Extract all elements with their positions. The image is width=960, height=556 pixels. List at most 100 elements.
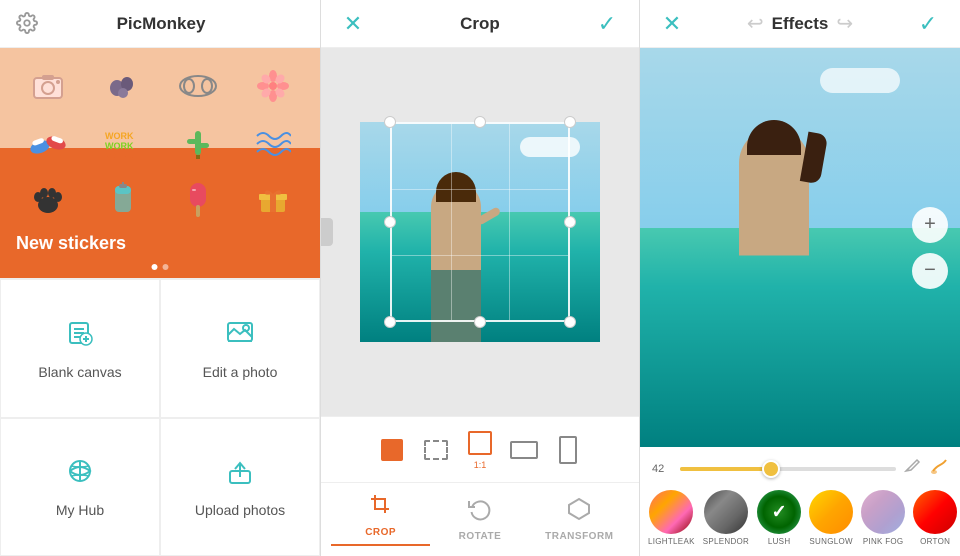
transform-tool-label: TRANSFORM	[545, 531, 613, 542]
ratio-square-button[interactable]: 1:1	[466, 429, 494, 470]
effects-photo: + −	[640, 48, 960, 447]
crop-tool-bar: CROP ROTATE TRANSFORM	[321, 482, 639, 556]
crop-tool-icon	[369, 493, 393, 523]
my-hub-icon	[64, 455, 96, 494]
ratio-rect-icon	[422, 436, 450, 464]
sticker-gift	[237, 173, 308, 226]
sticker-flower	[237, 60, 308, 113]
sticker-text-art: WORK WORK WORK	[87, 117, 158, 170]
dot-1	[152, 264, 158, 270]
blank-canvas-button[interactable]: Blank canvas	[0, 279, 160, 418]
svg-text:WORK: WORK	[105, 151, 134, 161]
effects-close-button[interactable]: ✕	[656, 11, 688, 37]
crop-ratio-bar: 1:1	[321, 416, 639, 482]
blank-canvas-icon	[64, 317, 96, 356]
crop-handle-tm[interactable]	[474, 116, 486, 128]
grid-line-h2	[392, 255, 568, 256]
effects-person	[739, 128, 809, 447]
filter-splendor[interactable]: SPLENDOR	[703, 490, 749, 546]
crop-tool-button[interactable]: CROP	[331, 493, 430, 546]
filter-sunglow[interactable]: SUNGLOW	[809, 490, 853, 546]
zoom-in-button[interactable]: +	[912, 207, 948, 243]
crop-close-button[interactable]: ✕	[337, 11, 369, 37]
filter-lightleak-label: LIGHTLEAK	[648, 537, 695, 546]
grid-line-v1	[451, 124, 452, 320]
sticker-rocks	[87, 60, 158, 113]
ratio-rect-button[interactable]	[422, 436, 450, 464]
zoom-out-button[interactable]: −	[912, 253, 948, 289]
upload-photos-label: Upload photos	[195, 502, 285, 518]
crop-handle-ml[interactable]	[384, 216, 396, 228]
sticker-cactus	[162, 117, 233, 170]
effects-panel: ✕ ↩ Effects ↪ ✓ + − 42	[640, 0, 960, 556]
ratio-free-button[interactable]	[378, 436, 406, 464]
sticker-paw	[12, 173, 83, 226]
my-hub-label: My Hub	[56, 502, 104, 518]
crop-handle-tr[interactable]	[564, 116, 576, 128]
effects-slider-row: 42	[640, 447, 960, 484]
ratio-square-icon	[466, 429, 494, 457]
app-header: PicMonkey	[0, 0, 320, 48]
transform-tool-button[interactable]: TRANSFORM	[530, 497, 629, 542]
slider-value: 42	[652, 463, 672, 475]
banner-label: New stickers	[16, 233, 126, 254]
left-panel: PicMonkey	[0, 0, 320, 556]
filter-orton-label: ORTON	[920, 537, 950, 546]
redo-button[interactable]: ↪	[836, 11, 853, 36]
sticker-grid: WORK WORK WORK	[0, 48, 320, 238]
effects-header: ✕ ↩ Effects ↪ ✓	[640, 0, 960, 48]
upload-photos-button[interactable]: Upload photos	[160, 418, 320, 556]
ratio-tall-button[interactable]	[554, 436, 582, 464]
app-title: PicMonkey	[40, 14, 282, 34]
filter-lush[interactable]: ✓ LUSH	[757, 490, 801, 546]
sticker-banner[interactable]: WORK WORK WORK	[0, 48, 320, 278]
my-hub-button[interactable]: My Hub	[0, 418, 160, 556]
sticker-popsicle	[162, 173, 233, 226]
effects-title: Effects	[772, 14, 829, 34]
effects-cloud	[820, 68, 900, 93]
panel-edge-indicator	[321, 218, 333, 246]
svg-text:WORK: WORK	[105, 131, 134, 141]
crop-handle-br[interactable]	[564, 316, 576, 328]
dot-2	[163, 264, 169, 270]
ratio-tall-icon	[554, 436, 582, 464]
crop-handle-mr[interactable]	[564, 216, 576, 228]
crop-image-container[interactable]	[360, 122, 600, 342]
crop-border	[390, 122, 570, 322]
crop-handle-bm[interactable]	[474, 316, 486, 328]
gear-icon[interactable]	[16, 12, 40, 36]
filter-lush-check: ✓	[772, 502, 787, 523]
filter-orton[interactable]: ORTON	[913, 490, 957, 546]
crop-handle-bl[interactable]	[384, 316, 396, 328]
filter-lightleak[interactable]: LIGHTLEAK	[648, 490, 695, 546]
rotate-tool-button[interactable]: ROTATE	[430, 497, 529, 542]
filter-orton-circle	[913, 490, 957, 534]
action-grid: Blank canvas Edit a photo	[0, 278, 320, 556]
undo-button[interactable]: ↩	[747, 11, 764, 36]
grid-line-v2	[509, 124, 510, 320]
effects-slider-track[interactable]	[680, 467, 896, 471]
blank-canvas-label: Blank canvas	[38, 364, 121, 380]
brush-icon[interactable]	[930, 457, 948, 480]
pencil-icon[interactable]	[904, 457, 922, 480]
edit-photo-button[interactable]: Edit a photo	[160, 279, 320, 418]
effects-slider-thumb[interactable]	[762, 460, 780, 478]
crop-handle-tl[interactable]	[384, 116, 396, 128]
filter-pinkfog[interactable]: PINK FOG	[861, 490, 905, 546]
banner-dots	[152, 264, 169, 270]
crop-confirm-button[interactable]: ✓	[591, 11, 623, 37]
filter-lush-label: LUSH	[768, 537, 791, 546]
sticker-mask	[162, 60, 233, 113]
ratio-wide-button[interactable]	[510, 436, 538, 464]
edit-photo-label: Edit a photo	[203, 364, 278, 380]
effects-header-controls: ↩ Effects ↪	[747, 11, 853, 36]
crop-canvas	[321, 48, 639, 416]
filter-sunglow-circle	[809, 490, 853, 534]
filter-splendor-circle	[704, 490, 748, 534]
sticker-waves	[237, 117, 308, 170]
effects-controls: + −	[912, 207, 948, 289]
ratio-wide-icon	[510, 436, 538, 464]
effects-confirm-button[interactable]: ✓	[912, 11, 944, 37]
filter-sunglow-label: SUNGLOW	[809, 537, 852, 546]
crop-overlay[interactable]	[390, 122, 570, 322]
